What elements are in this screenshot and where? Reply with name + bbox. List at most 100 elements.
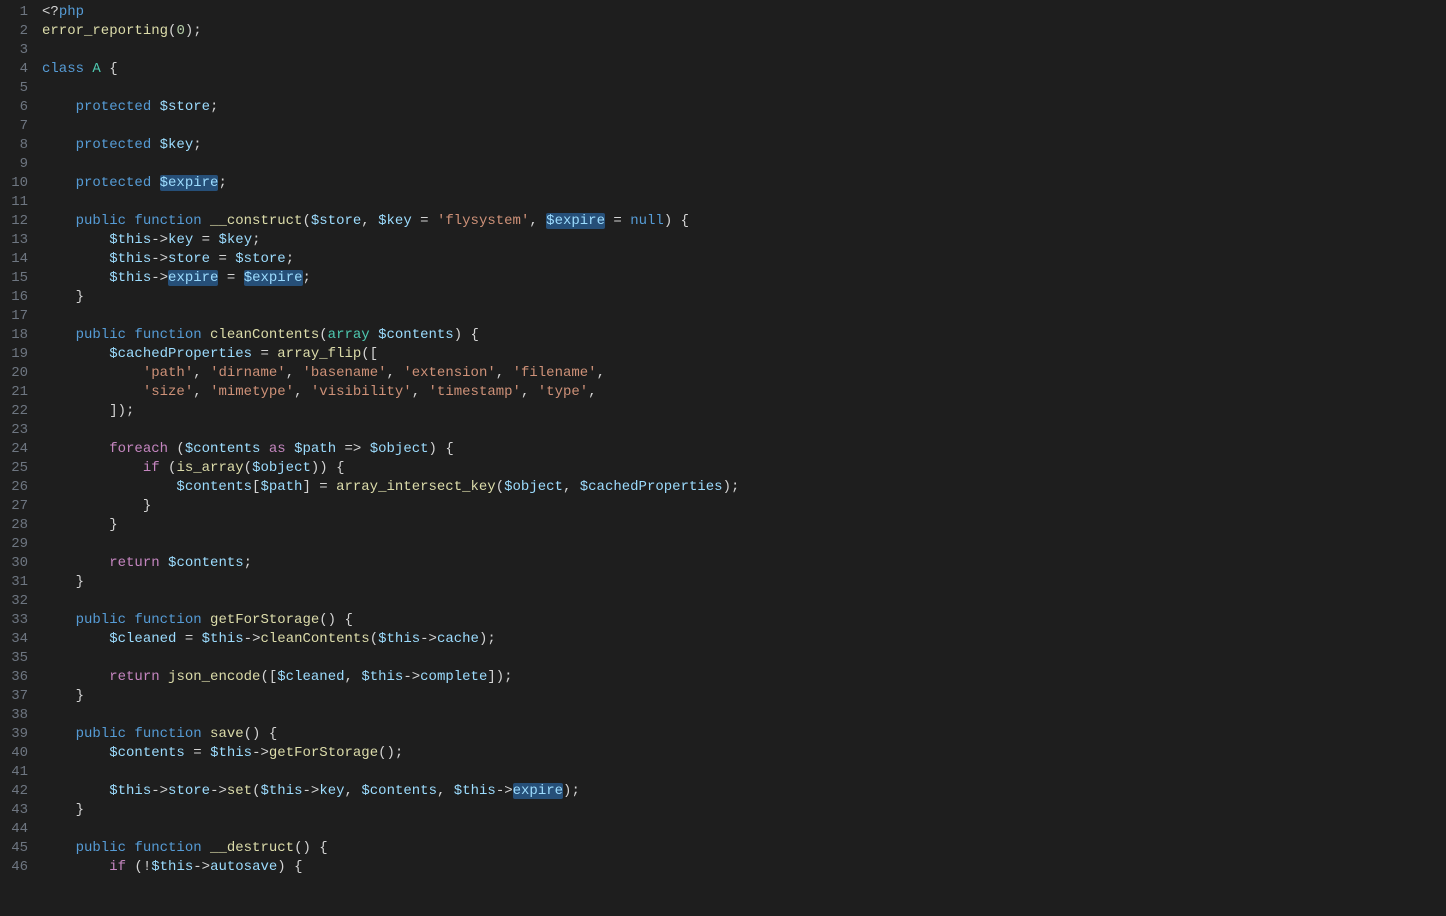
line-number: 22: [0, 402, 28, 421]
token: (: [319, 327, 327, 343]
token: [202, 726, 210, 742]
token: is_array: [176, 460, 243, 476]
token: $cleaned: [109, 631, 176, 647]
code-line[interactable]: return json_encode([$cleaned, $this->com…: [42, 668, 739, 687]
code-line[interactable]: protected $expire;: [42, 174, 739, 193]
code-line[interactable]: $contents = $this->getForStorage();: [42, 744, 739, 763]
token: ->: [303, 783, 320, 799]
token: function: [134, 327, 201, 343]
token: 'visibility': [311, 384, 412, 400]
token: set: [227, 783, 252, 799]
code-line[interactable]: $cleaned = $this->cleanContents($this->c…: [42, 630, 739, 649]
code-line[interactable]: [42, 763, 739, 782]
code-line[interactable]: if (is_array($object)) {: [42, 459, 739, 478]
code-line[interactable]: public function __destruct() {: [42, 839, 739, 858]
code-line[interactable]: [42, 706, 739, 725]
code-line[interactable]: }: [42, 573, 739, 592]
code-line[interactable]: $this->key = $key;: [42, 231, 739, 250]
line-number: 24: [0, 440, 28, 459]
code-line[interactable]: return $contents;: [42, 554, 739, 573]
code-content[interactable]: <?phperror_reporting(0); class A { prote…: [42, 0, 739, 916]
code-line[interactable]: [42, 649, 739, 668]
code-line[interactable]: }: [42, 687, 739, 706]
code-line[interactable]: [42, 193, 739, 212]
code-line[interactable]: [42, 421, 739, 440]
token: function: [134, 726, 201, 742]
token: store: [168, 783, 210, 799]
token: <?: [42, 4, 59, 20]
token: A: [92, 61, 100, 77]
token: complete: [420, 669, 487, 685]
code-line[interactable]: $contents[$path] = array_intersect_key($…: [42, 478, 739, 497]
token: public: [42, 612, 126, 628]
token: 'path': [143, 365, 193, 381]
code-line[interactable]: 'path', 'dirname', 'basename', 'extensio…: [42, 364, 739, 383]
code-line[interactable]: }: [42, 801, 739, 820]
line-number: 36: [0, 668, 28, 687]
code-line[interactable]: protected $store;: [42, 98, 739, 117]
token: autosave: [210, 859, 277, 875]
token: [42, 384, 143, 400]
code-line[interactable]: [42, 307, 739, 326]
token: =: [185, 745, 210, 761]
token: [42, 251, 109, 267]
token: store: [168, 251, 210, 267]
token: class: [42, 61, 84, 77]
code-line[interactable]: protected $key;: [42, 136, 739, 155]
token: $this: [454, 783, 496, 799]
token: () {: [294, 840, 328, 856]
code-line[interactable]: [42, 41, 739, 60]
code-line[interactable]: class A {: [42, 60, 739, 79]
code-line[interactable]: [42, 79, 739, 98]
code-line[interactable]: [42, 155, 739, 174]
token: (: [252, 783, 260, 799]
code-line[interactable]: [42, 117, 739, 136]
line-number-gutter: 1234567891011121314151617181920212223242…: [0, 0, 42, 916]
code-line[interactable]: [42, 592, 739, 611]
token: [202, 840, 210, 856]
code-line[interactable]: public function cleanContents(array $con…: [42, 326, 739, 345]
code-line[interactable]: error_reporting(0);: [42, 22, 739, 41]
code-line[interactable]: foreach ($contents as $path => $object) …: [42, 440, 739, 459]
code-line[interactable]: <?php: [42, 3, 739, 22]
code-line[interactable]: }: [42, 516, 739, 535]
token: return: [109, 669, 159, 685]
code-line[interactable]: $this->expire = $expire;: [42, 269, 739, 288]
code-line[interactable]: [42, 820, 739, 839]
token: ->: [151, 783, 168, 799]
token: [151, 99, 159, 115]
token: __construct: [210, 213, 302, 229]
code-line[interactable]: }: [42, 288, 739, 307]
code-editor[interactable]: 1234567891011121314151617181920212223242…: [0, 0, 1446, 916]
code-line[interactable]: $this->store = $store;: [42, 250, 739, 269]
token: $contents: [185, 441, 261, 457]
code-line[interactable]: ]);: [42, 402, 739, 421]
token: ->: [496, 783, 513, 799]
token: [202, 213, 210, 229]
token: }: [42, 289, 84, 305]
code-line[interactable]: $this->store->set($this->key, $contents,…: [42, 782, 739, 801]
token: ->: [210, 783, 227, 799]
token: ([: [361, 346, 378, 362]
code-line[interactable]: if (!$this->autosave) {: [42, 858, 739, 877]
token: ;: [252, 232, 260, 248]
code-line[interactable]: public function getForStorage() {: [42, 611, 739, 630]
token: $this: [151, 859, 193, 875]
token: ) {: [277, 859, 302, 875]
token: protected: [42, 99, 151, 115]
token: [42, 669, 109, 685]
token: }: [42, 574, 84, 590]
token: ;: [210, 99, 218, 115]
token: ;: [286, 251, 294, 267]
token: ,: [588, 384, 596, 400]
code-line[interactable]: [42, 535, 739, 554]
token: ,: [597, 365, 605, 381]
token: function: [134, 612, 201, 628]
token: ,: [345, 669, 362, 685]
code-line[interactable]: 'size', 'mimetype', 'visibility', 'times…: [42, 383, 739, 402]
token: ) {: [664, 213, 689, 229]
code-line[interactable]: public function save() {: [42, 725, 739, 744]
code-line[interactable]: }: [42, 497, 739, 516]
code-line[interactable]: $cachedProperties = array_flip([: [42, 345, 739, 364]
code-line[interactable]: public function __construct($store, $key…: [42, 212, 739, 231]
